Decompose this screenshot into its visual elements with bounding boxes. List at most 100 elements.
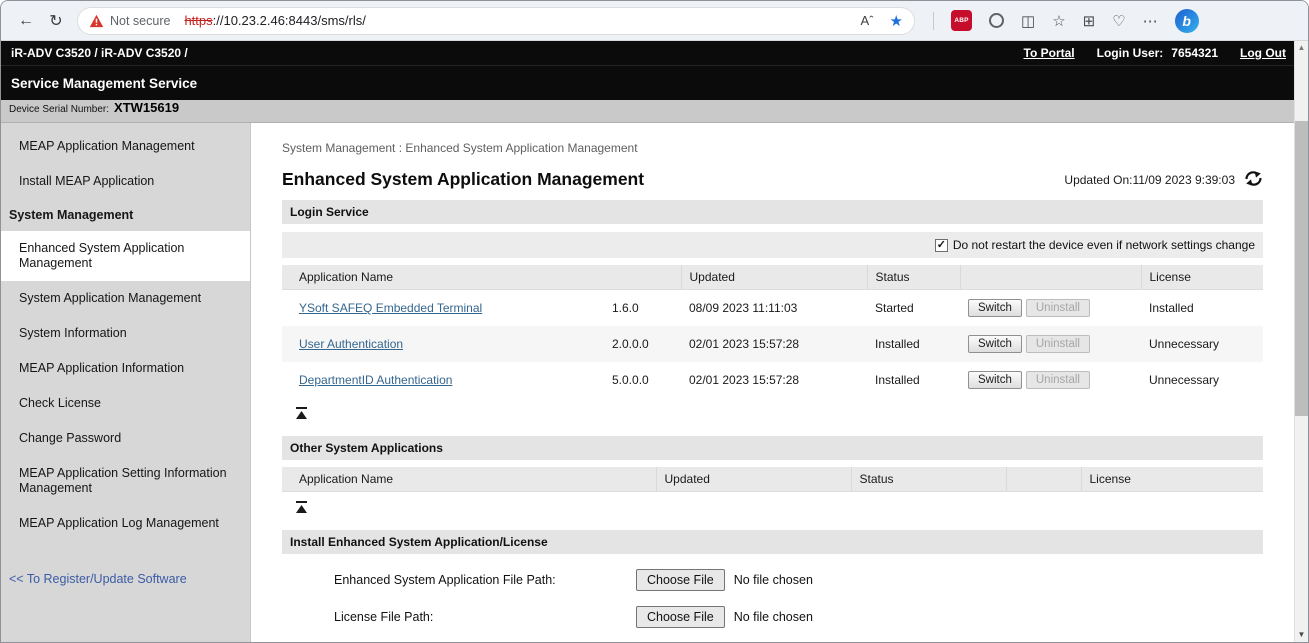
switch-button[interactable]: Switch bbox=[968, 299, 1022, 317]
to-portal-link[interactable]: To Portal bbox=[1024, 46, 1075, 60]
collections-icon[interactable]: ⊞ bbox=[1083, 12, 1096, 30]
url-scheme: https bbox=[184, 13, 212, 28]
bookmark-star-icon[interactable]: ★ bbox=[890, 12, 903, 30]
sidebar-item-system-information[interactable]: System Information bbox=[1, 316, 250, 351]
column-updated: Updated bbox=[656, 467, 851, 492]
to-register-update-software-link[interactable]: << To Register/Update Software bbox=[1, 563, 250, 595]
app-license: Installed bbox=[1141, 290, 1263, 327]
sidebar-item-meap-application-information[interactable]: MEAP Application Information bbox=[1, 351, 250, 386]
app-file-choose-button[interactable]: Choose File bbox=[636, 569, 725, 591]
updated-on-label: Updated On:11/09 2023 9:39:03 bbox=[1064, 173, 1235, 187]
url-text: https://10.23.2.46:8443/sms/rls/ bbox=[184, 13, 365, 28]
scroll-thumb[interactable] bbox=[1295, 121, 1308, 416]
favorites-icon[interactable]: ☆ bbox=[1052, 12, 1065, 30]
column-status: Status bbox=[851, 467, 1006, 492]
copilot-icon[interactable]: b bbox=[1175, 9, 1199, 33]
app-file-path-label: Enhanced System Application File Path: bbox=[334, 573, 636, 587]
sidebar-item-meap-application-setting-information-management[interactable]: MEAP Application Setting Information Man… bbox=[1, 456, 250, 506]
adblock-extension-button[interactable]: ABP bbox=[951, 10, 972, 31]
extension-icon[interactable] bbox=[989, 13, 1004, 28]
license-file-choose-button[interactable]: Choose File bbox=[636, 606, 725, 628]
app-name-cell: User Authentication bbox=[282, 326, 604, 362]
address-bar[interactable]: Not secure https://10.23.2.46:8443/sms/r… bbox=[77, 7, 915, 35]
page-scrollbar[interactable]: ▲ ▼ bbox=[1294, 41, 1308, 642]
settings-menu-icon[interactable]: ⋯ bbox=[1143, 12, 1158, 30]
column-status: Status bbox=[867, 265, 960, 290]
url-rest: ://10.23.2.46:8443/sms/rls/ bbox=[213, 13, 366, 28]
sidebar-item-change-password[interactable]: Change Password bbox=[1, 421, 250, 456]
scroll-down-icon: ▼ bbox=[1298, 630, 1306, 639]
sidebar-item-check-license[interactable]: Check License bbox=[1, 386, 250, 421]
toolbar-divider bbox=[933, 12, 934, 30]
table-row: User Authentication 2.0.0.0 02/01 2023 1… bbox=[282, 326, 1263, 362]
device-header-bar: iR-ADV C3520 / iR-ADV C3520 / To Portal … bbox=[1, 41, 1296, 65]
back-icon: ← bbox=[18, 12, 34, 29]
column-license: License bbox=[1081, 467, 1263, 492]
column-license: License bbox=[1141, 265, 1263, 290]
app-name-link[interactable]: User Authentication bbox=[299, 337, 403, 351]
device-path: iR-ADV C3520 / iR-ADV C3520 / bbox=[11, 46, 188, 60]
main-content: System Management : Enhanced System Appl… bbox=[251, 123, 1296, 643]
app-license: Unnecessary bbox=[1141, 362, 1263, 398]
app-version: 2.0.0.0 bbox=[604, 326, 681, 362]
back-button[interactable]: ← bbox=[11, 12, 41, 30]
uninstall-button[interactable]: Uninstall bbox=[1026, 371, 1090, 389]
column-updated: Updated bbox=[681, 265, 867, 290]
back-to-top-button[interactable] bbox=[295, 406, 309, 424]
split-screen-icon[interactable]: ◫ bbox=[1021, 12, 1035, 30]
app-status: Installed bbox=[867, 326, 960, 362]
column-application-name: Application Name bbox=[282, 467, 656, 492]
page-title: Enhanced System Application Management bbox=[282, 169, 644, 190]
scroll-down-button[interactable]: ▼ bbox=[1295, 628, 1308, 642]
log-out-link[interactable]: Log Out bbox=[1240, 46, 1286, 60]
app-file-status: No file chosen bbox=[734, 573, 813, 587]
no-restart-checkbox[interactable]: ✓ bbox=[935, 239, 948, 252]
sidebar-item-meap-application-log-management[interactable]: MEAP Application Log Management bbox=[1, 506, 250, 541]
browser-essentials-icon[interactable]: ♡ bbox=[1112, 12, 1125, 30]
sidebar-section-system-management: System Management bbox=[1, 199, 250, 231]
no-restart-checkbox-label: Do not restart the device even if networ… bbox=[953, 238, 1255, 252]
page: iR-ADV C3520 / iR-ADV C3520 / To Portal … bbox=[1, 41, 1296, 643]
sidebar: MEAP Application Management Install MEAP… bbox=[1, 123, 251, 643]
license-file-path-label: License File Path: bbox=[334, 610, 636, 624]
not-secure-warning-icon[interactable] bbox=[89, 14, 104, 28]
login-service-heading: Login Service bbox=[282, 200, 1263, 224]
app-status: Installed bbox=[867, 362, 960, 398]
scroll-up-icon: ▲ bbox=[1298, 43, 1306, 52]
table-row: YSoft SAFEQ Embedded Terminal 1.6.0 08/0… bbox=[282, 290, 1263, 327]
back-to-top-button[interactable] bbox=[295, 500, 309, 518]
read-aloud-icon[interactable]: Aˆ bbox=[861, 13, 874, 28]
app-status: Started bbox=[867, 290, 960, 327]
sidebar-item-meap-application-management[interactable]: MEAP Application Management bbox=[1, 129, 250, 164]
app-name-cell: YSoft SAFEQ Embedded Terminal bbox=[282, 290, 604, 327]
breadcrumb: System Management : Enhanced System Appl… bbox=[282, 141, 1263, 155]
other-system-applications-heading: Other System Applications bbox=[282, 436, 1263, 460]
scroll-up-button[interactable]: ▲ bbox=[1295, 41, 1308, 55]
app-name-cell: DepartmentID Authentication bbox=[282, 362, 604, 398]
browser-window: ← ↻ Not secure https://10.23.2.46:8443/s… bbox=[0, 0, 1309, 643]
sidebar-item-enhanced-system-application-management[interactable]: Enhanced System Application Management bbox=[1, 231, 250, 281]
switch-button[interactable]: Switch bbox=[968, 371, 1022, 389]
switch-button[interactable]: Switch bbox=[968, 335, 1022, 353]
serial-number-label: Device Serial Number: bbox=[9, 104, 109, 115]
refresh-button[interactable]: ↻ bbox=[41, 11, 71, 31]
check-icon: ✓ bbox=[937, 240, 946, 251]
toolbar-extensions-area: ABP ◫ ☆ ⊞ ♡ ⋯ b bbox=[933, 9, 1199, 33]
browser-toolbar: ← ↻ Not secure https://10.23.2.46:8443/s… bbox=[1, 1, 1308, 41]
sidebar-item-system-application-management[interactable]: System Application Management bbox=[1, 281, 250, 316]
app-name-link[interactable]: DepartmentID Authentication bbox=[299, 373, 452, 387]
uninstall-button[interactable]: Uninstall bbox=[1026, 299, 1090, 317]
sidebar-item-install-meap-application[interactable]: Install MEAP Application bbox=[1, 164, 250, 199]
serial-number-bar: Device Serial Number: XTW15619 bbox=[1, 100, 1296, 123]
serial-number-value: XTW15619 bbox=[114, 100, 179, 115]
app-name-link[interactable]: YSoft SAFEQ Embedded Terminal bbox=[299, 301, 482, 315]
login-user-value: 7654321 bbox=[1171, 46, 1218, 60]
update-refresh-icon[interactable] bbox=[1244, 170, 1263, 190]
refresh-icon: ↻ bbox=[49, 13, 62, 30]
uninstall-button[interactable]: Uninstall bbox=[1026, 335, 1090, 353]
not-secure-label: Not secure bbox=[110, 14, 170, 28]
column-actions bbox=[1006, 467, 1081, 492]
app-updated: 08/09 2023 11:11:03 bbox=[681, 290, 867, 327]
login-service-table: Application Name Updated Status License … bbox=[282, 265, 1263, 398]
service-title-bar: Service Management Service bbox=[1, 65, 1296, 100]
